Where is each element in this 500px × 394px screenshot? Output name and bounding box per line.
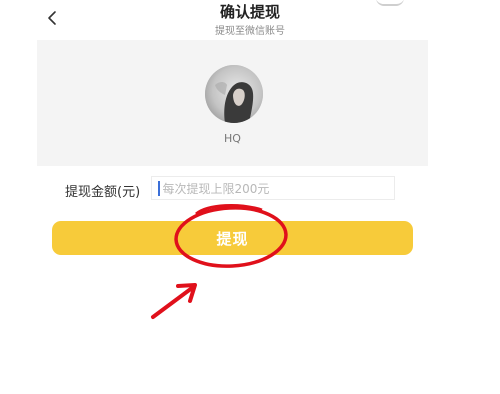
withdraw-button-label: 提现 (216, 229, 249, 248)
user-name: HQ (224, 132, 241, 145)
amount-placeholder: 每次提现上限200元 (162, 181, 270, 196)
profile-panel: HQ (37, 40, 428, 166)
withdraw-button[interactable]: 提现 (52, 221, 413, 255)
amount-label: 提现金额(元) (65, 185, 141, 200)
page-subtitle: 提现至微信账号 (215, 26, 285, 37)
amount-input[interactable]: 每次提现上限200元 (151, 176, 395, 200)
annotation-circle-stroke-overlap (195, 203, 263, 216)
page-title: 确认提现 (219, 3, 280, 21)
annotation-arrow (151, 283, 197, 319)
avatar (205, 65, 263, 123)
text-cursor (158, 180, 160, 196)
withdraw-confirm-page: 确认提现 提现至微信账号 HQ 提现金额(元) 每次提现上限200元 提现 (0, 0, 500, 394)
